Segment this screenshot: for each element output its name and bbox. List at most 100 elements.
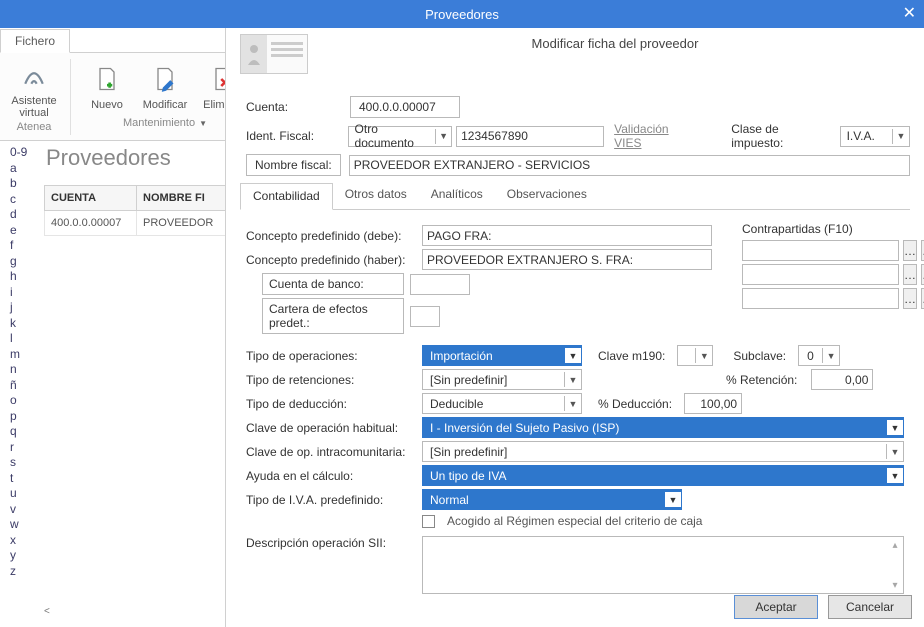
- col-nombre[interactable]: NOMBRE FI: [137, 186, 229, 211]
- alpha-p[interactable]: p: [10, 409, 40, 425]
- chevron-down-icon: ▼: [564, 396, 581, 411]
- alpha-ñ[interactable]: ñ: [10, 378, 40, 394]
- clave-intra-select[interactable]: [Sin predefinir]▼: [422, 441, 904, 462]
- alpha-g[interactable]: g: [10, 254, 40, 270]
- clave-op-select[interactable]: I - Inversión del Sujeto Pasivo (ISP)▼: [422, 417, 904, 438]
- alpha-n[interactable]: n: [10, 362, 40, 378]
- alpha-w[interactable]: w: [10, 517, 40, 533]
- alpha-j[interactable]: j: [10, 300, 40, 316]
- tipo-op-label: Tipo de operaciones:: [246, 349, 416, 363]
- contrap-input-3[interactable]: [742, 288, 899, 309]
- alpha-d[interactable]: d: [10, 207, 40, 223]
- assistant-brand: Atenea: [17, 119, 52, 133]
- chevron-down-icon[interactable]: ▼: [199, 119, 207, 128]
- chevron-down-icon: ▼: [695, 348, 712, 363]
- cancel-button[interactable]: Cancelar: [828, 595, 912, 619]
- providers-table: CUENTA NOMBRE FI 400.0.0.00007 PROVEEDOR: [44, 185, 229, 236]
- window-title: Proveedores: [0, 7, 924, 22]
- cuenta-banco-input[interactable]: [410, 274, 470, 295]
- ayuda-select[interactable]: Un tipo de IVA▼: [422, 465, 904, 486]
- ident-type-select[interactable]: Otro documento▼: [348, 126, 453, 147]
- scroll-down-icon[interactable]: ▾: [887, 577, 903, 593]
- iva-label: Tipo de I.V.A. predefinido:: [246, 493, 416, 507]
- dots-button[interactable]: …: [903, 288, 917, 309]
- alpha-u[interactable]: u: [10, 486, 40, 502]
- alpha-h[interactable]: h: [10, 269, 40, 285]
- dots-button[interactable]: …: [903, 240, 917, 261]
- concepto-debe-input[interactable]: [422, 225, 712, 246]
- dots-button[interactable]: …: [903, 264, 917, 285]
- scroll-up-icon[interactable]: ▴: [887, 537, 903, 553]
- alpha-v[interactable]: v: [10, 502, 40, 518]
- tipo-op-select[interactable]: Importación▼: [422, 345, 582, 366]
- list-title: Proveedores: [40, 145, 225, 171]
- nombre-label[interactable]: Nombre fiscal:: [246, 154, 341, 176]
- alpha-y[interactable]: y: [10, 548, 40, 564]
- col-cuenta[interactable]: CUENTA: [45, 186, 137, 211]
- alpha-q[interactable]: q: [10, 424, 40, 440]
- cartera-label[interactable]: Cartera de efectos predet.:: [262, 298, 404, 334]
- alpha-z[interactable]: z: [10, 564, 40, 580]
- ribbon-group-assistant: Asistentevirtual Atenea: [0, 53, 68, 140]
- alpha-t[interactable]: t: [10, 471, 40, 487]
- document-pencil-icon: [149, 63, 181, 95]
- contrap-input-2[interactable]: [742, 264, 899, 285]
- tipo-ded-select[interactable]: Deducible▼: [422, 393, 582, 414]
- alpha-o[interactable]: o: [10, 393, 40, 409]
- tab-otros[interactable]: Otros datos: [333, 182, 419, 209]
- tipo-ret-label: Tipo de retenciones:: [246, 373, 416, 387]
- chevron-down-icon: ▼: [822, 348, 839, 363]
- modify-button[interactable]: Modificar: [141, 63, 189, 111]
- alpha-b[interactable]: b: [10, 176, 40, 192]
- pct-ret-input[interactable]: [811, 369, 873, 390]
- acogido-checkbox[interactable]: [422, 515, 435, 528]
- contrap-input-1[interactable]: [742, 240, 899, 261]
- scroll-left-icon[interactable]: <: [44, 606, 50, 617]
- nombre-input[interactable]: [349, 155, 910, 176]
- tab-contabilidad[interactable]: Contabilidad: [240, 183, 333, 210]
- pct-ded-input[interactable]: [684, 393, 742, 414]
- iva-select[interactable]: Normal▼: [422, 489, 682, 510]
- dialog-tabs: Contabilidad Otros datos Analíticos Obse…: [240, 182, 910, 210]
- cuenta-value: 400.0.0.00007: [350, 96, 460, 118]
- alpha-s[interactable]: s: [10, 455, 40, 471]
- subclave-select[interactable]: 0▼: [798, 345, 840, 366]
- tab-fichero[interactable]: Fichero: [0, 29, 70, 53]
- group-label-maintenance: Mantenimiento: [123, 117, 195, 129]
- new-button[interactable]: Nuevo: [83, 63, 131, 111]
- alpha-r[interactable]: r: [10, 440, 40, 456]
- chevron-down-icon: ▼: [886, 420, 903, 435]
- ident-value-input[interactable]: [456, 126, 604, 147]
- alpha-e[interactable]: e: [10, 223, 40, 239]
- desc-sii-textarea[interactable]: ▴ ▾: [422, 536, 904, 594]
- clave-m190-select[interactable]: ▼: [677, 345, 713, 366]
- cuenta-banco-label[interactable]: Cuenta de banco:: [262, 273, 404, 295]
- title-bar: Proveedores ✕: [0, 0, 924, 28]
- alpha-m[interactable]: m: [10, 347, 40, 363]
- dialog-footer: Aceptar Cancelar: [734, 595, 912, 619]
- vies-link[interactable]: Validación VIES: [614, 122, 697, 150]
- assistant-button[interactable]: Asistentevirtual: [10, 59, 58, 119]
- tipo-ret-select[interactable]: [Sin predefinir]▼: [422, 369, 582, 390]
- close-icon[interactable]: ✕: [903, 3, 916, 23]
- alpha-c[interactable]: c: [10, 192, 40, 208]
- concepto-haber-label: Concepto predefinido (haber):: [246, 253, 416, 267]
- dialog-panel: Modificar ficha del proveedor Cuenta: 40…: [225, 28, 924, 627]
- alpha-a[interactable]: a: [10, 161, 40, 177]
- alpha-l[interactable]: l: [10, 331, 40, 347]
- accept-button[interactable]: Aceptar: [734, 595, 818, 619]
- alpha-0-9[interactable]: 0-9: [10, 145, 40, 161]
- table-row[interactable]: 400.0.0.00007 PROVEEDOR: [45, 211, 229, 236]
- alpha-i[interactable]: i: [10, 285, 40, 301]
- acogido-label: Acogido al Régimen especial del criterio…: [447, 514, 702, 528]
- dialog-header: Modificar ficha del proveedor: [226, 28, 924, 88]
- concepto-haber-input[interactable]: [422, 249, 712, 270]
- cartera-input[interactable]: [410, 306, 440, 327]
- concepto-debe-label: Concepto predefinido (debe):: [246, 229, 416, 243]
- alpha-k[interactable]: k: [10, 316, 40, 332]
- alpha-x[interactable]: x: [10, 533, 40, 549]
- alpha-f[interactable]: f: [10, 238, 40, 254]
- clase-select[interactable]: I.V.A.▼: [840, 126, 910, 147]
- tab-observaciones[interactable]: Observaciones: [495, 182, 599, 209]
- tab-analiticos[interactable]: Analíticos: [419, 182, 495, 209]
